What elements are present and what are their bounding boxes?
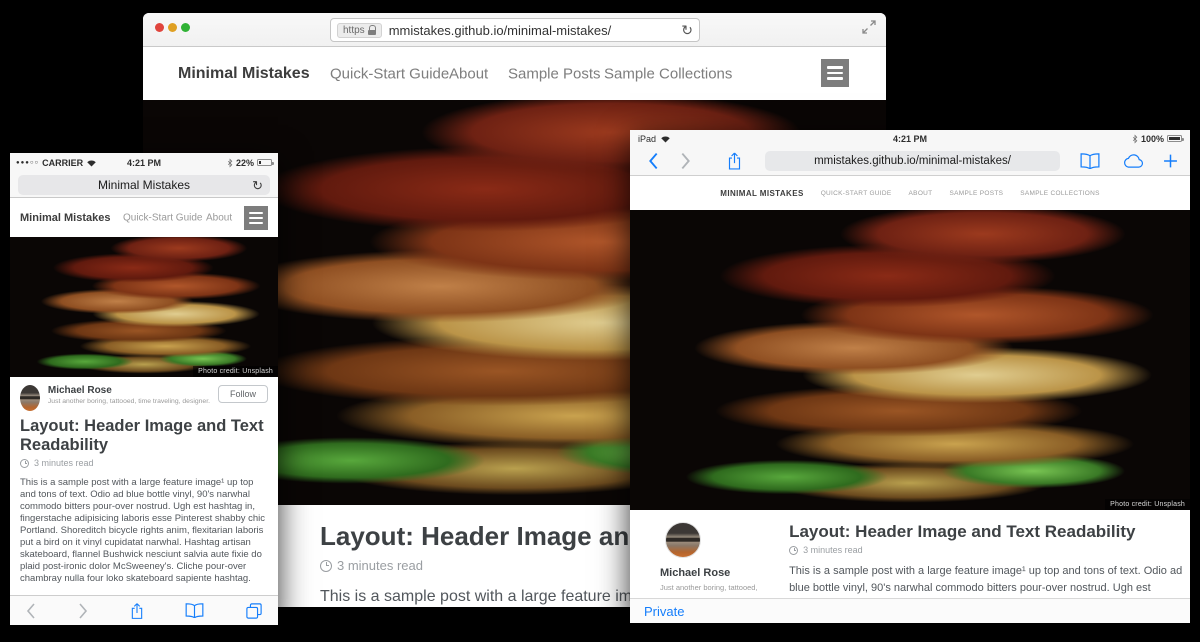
nav-link-quick-start-guide[interactable]: Quick-Start Guide bbox=[123, 212, 202, 223]
https-badge: https bbox=[337, 23, 382, 38]
author-bio: Just another boring, tattooed, bbox=[660, 583, 759, 592]
site-masthead: Minimal Mistakes Quick-Start Guide About… bbox=[143, 47, 886, 100]
article-paragraph-1: This is a sample post with a large featu… bbox=[10, 477, 278, 585]
avatar bbox=[665, 522, 701, 558]
nav-link-about[interactable]: About bbox=[206, 212, 232, 223]
nav-link-about[interactable]: About bbox=[449, 65, 488, 82]
ipad-address-bar[interactable]: mmistakes.github.io/minimal-mistakes/ bbox=[765, 151, 1060, 171]
iphone-safari-toolbar bbox=[10, 595, 278, 625]
nav-link-quick-start-guide[interactable]: Quick-Start Guide bbox=[330, 65, 449, 82]
iphone-address-bar[interactable]: Minimal Mistakes ↻ bbox=[18, 175, 270, 195]
browser-chrome: https mmistakes.github.io/minimal-mistak… bbox=[143, 13, 886, 47]
status-time: 4:21 PM bbox=[10, 158, 278, 168]
minimize-window-button[interactable] bbox=[168, 23, 177, 32]
icloud-tabs-icon[interactable] bbox=[1122, 154, 1145, 169]
read-time: 3 minutes read bbox=[337, 558, 423, 573]
site-title-link[interactable]: MINIMAL MISTAKES bbox=[720, 189, 803, 198]
back-button[interactable] bbox=[26, 603, 36, 619]
clock-icon bbox=[320, 560, 332, 572]
iphone-safari-window: ●●●○○ CARRIER 4:21 PM 22% Minimal Mistak… bbox=[10, 153, 278, 625]
author-name: Michael Rose bbox=[660, 567, 759, 579]
read-time: 3 minutes read bbox=[34, 458, 94, 468]
site-title-link[interactable]: Minimal Mistakes bbox=[178, 65, 310, 83]
bookmarks-icon[interactable] bbox=[185, 603, 204, 618]
nav-link-sample-posts[interactable]: SAMPLE POSTS bbox=[949, 190, 1003, 197]
menu-toggle-button[interactable] bbox=[244, 206, 268, 230]
article-body: This is a sample post with a large featu… bbox=[789, 563, 1190, 598]
nav-link-quick-start-guide[interactable]: QUICK-START GUIDE bbox=[821, 190, 892, 197]
composite-canvas: https mmistakes.github.io/minimal-mistak… bbox=[0, 0, 1200, 642]
forward-button[interactable] bbox=[680, 153, 691, 170]
status-time: 4:21 PM bbox=[630, 134, 1190, 144]
author-bio: Just another boring, tattooed, time trav… bbox=[48, 398, 210, 405]
ipad-status-bar: iPad 4:21 PM 100% bbox=[630, 130, 1190, 147]
url-text: mmistakes.github.io/minimal-mistakes/ bbox=[389, 23, 682, 38]
article-title: Layout: Header Image and Text Readabilit… bbox=[789, 522, 1190, 542]
back-button[interactable] bbox=[648, 153, 659, 170]
ipad-site-masthead: MINIMAL MISTAKES QUICK-START GUIDE ABOUT… bbox=[630, 176, 1190, 210]
bookmarks-icon[interactable] bbox=[1080, 153, 1100, 169]
article-title: Layout: Header Image and Text Readabilit… bbox=[10, 411, 278, 455]
clock-icon bbox=[789, 546, 798, 555]
nav-link-about[interactable]: ABOUT bbox=[909, 190, 933, 197]
new-tab-icon[interactable] bbox=[1163, 154, 1178, 169]
nav-link-sample-collections[interactable]: SAMPLE COLLECTIONS bbox=[1020, 190, 1099, 197]
battery-icon bbox=[1167, 135, 1182, 142]
photo-credit: Photo credit: Unsplash bbox=[1105, 499, 1190, 510]
fullscreen-icon[interactable] bbox=[862, 20, 876, 34]
menu-toggle-button[interactable] bbox=[821, 59, 849, 87]
feature-image: Photo credit: Unsplash bbox=[10, 237, 278, 377]
iphone-status-bar: ●●●○○ CARRIER 4:21 PM 22% bbox=[10, 153, 278, 172]
private-button[interactable]: Private bbox=[644, 604, 684, 619]
reload-icon[interactable]: ↻ bbox=[252, 179, 263, 192]
feature-image: Photo credit: Unsplash bbox=[630, 210, 1190, 510]
zoom-window-button[interactable] bbox=[181, 23, 190, 32]
clock-icon bbox=[20, 459, 29, 468]
reload-icon[interactable]: ↻ bbox=[681, 23, 693, 37]
ipad-safari-toolbar: mmistakes.github.io/minimal-mistakes/ bbox=[630, 147, 1190, 176]
site-title-link[interactable]: Minimal Mistakes bbox=[20, 212, 110, 224]
battery-icon bbox=[257, 159, 272, 166]
avatar bbox=[20, 385, 40, 411]
private-browsing-bar: Private bbox=[630, 598, 1190, 623]
author-name: Michael Rose bbox=[48, 385, 210, 396]
share-icon[interactable] bbox=[130, 602, 144, 620]
iphone-site-masthead: Minimal Mistakes Quick-Start Guide About bbox=[10, 198, 278, 237]
author-sidebar: Michael Rose Just another boring, tattoo… bbox=[660, 522, 759, 598]
forward-button[interactable] bbox=[78, 603, 88, 619]
close-window-button[interactable] bbox=[155, 23, 164, 32]
article: Layout: Header Image and Text Readabilit… bbox=[789, 522, 1190, 598]
ipad-article-region: Michael Rose Just another boring, tattoo… bbox=[630, 510, 1190, 598]
author-row: Michael Rose Just another boring, tattoo… bbox=[10, 377, 278, 411]
share-icon[interactable] bbox=[727, 152, 742, 171]
iphone-url-row: Minimal Mistakes ↻ bbox=[10, 172, 278, 198]
ipad-safari-window: iPad 4:21 PM 100% mmistake bbox=[630, 130, 1190, 623]
nav-link-sample-posts[interactable]: Sample Posts bbox=[508, 65, 601, 82]
follow-button[interactable]: Follow bbox=[218, 385, 268, 403]
read-time: 3 minutes read bbox=[803, 545, 863, 555]
photo-credit: Photo credit: Unsplash bbox=[193, 366, 278, 377]
address-bar[interactable]: https mmistakes.github.io/minimal-mistak… bbox=[330, 18, 700, 42]
nav-link-sample-collections[interactable]: Sample Collections bbox=[604, 65, 732, 82]
tabs-icon[interactable] bbox=[246, 603, 262, 619]
https-label: https bbox=[343, 25, 365, 36]
url-title-text: Minimal Mistakes bbox=[98, 178, 190, 192]
lock-icon bbox=[368, 25, 376, 35]
